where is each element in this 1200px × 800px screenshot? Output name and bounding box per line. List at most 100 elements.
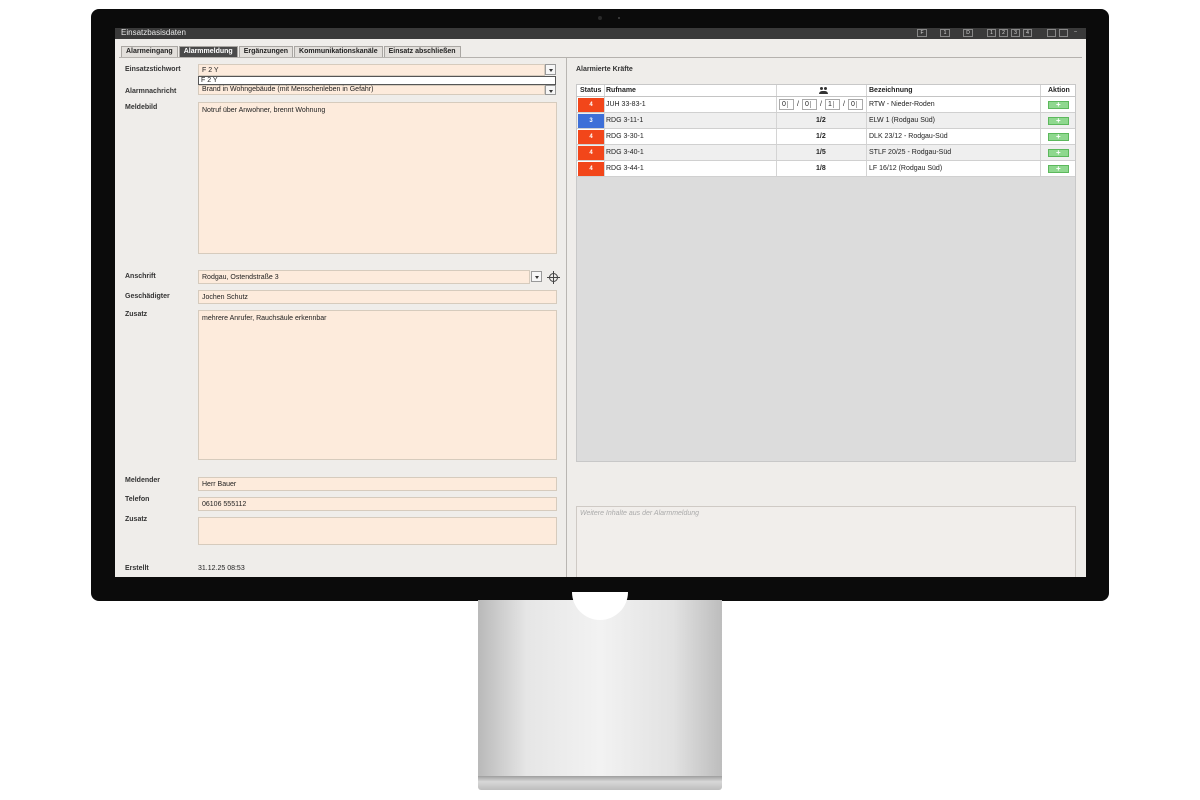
rufname-cell: RDG 3-11-1 — [606, 117, 644, 124]
column-rufname[interactable]: Rufname — [606, 87, 636, 94]
einsatzstichwort-dropdown-icon[interactable] — [545, 64, 556, 75]
rufname-cell: JUH 33-83-1 — [606, 101, 646, 108]
column-separator — [1040, 85, 1041, 96]
window-button-f[interactable]: F — [917, 29, 927, 37]
minimize-icon[interactable]: – — [1071, 29, 1080, 37]
alarmmeldung-panel: Einsatzstichwort F 2 Y F 2 Y Alarmnachri… — [119, 57, 1082, 577]
status-badge: 4 — [578, 98, 604, 112]
einsatzstichwort-label: Einsatzstichwort — [125, 66, 181, 73]
window-button-layout-3[interactable]: 3 — [1011, 29, 1020, 37]
column-aktion[interactable]: Aktion — [1048, 87, 1070, 94]
add-unit-button[interactable] — [1048, 116, 1069, 125]
window-button-layout-2[interactable]: 2 — [999, 29, 1008, 37]
column-separator — [604, 97, 605, 112]
camera-icon — [598, 16, 602, 20]
kraefte-table: Status Rufname Bezeichnung Aktion 4 JUH … — [576, 84, 1076, 462]
window-title: Einsatzbasisdaten — [121, 28, 186, 37]
add-unit-button[interactable] — [1048, 164, 1069, 173]
add-unit-button[interactable] — [1048, 148, 1069, 157]
alarmierte-kraefte-heading: Alarmierte Kräfte — [576, 66, 633, 73]
bezeichnung-cell: STLF 20/25 - Rodgau-Süd — [869, 149, 952, 156]
column-status[interactable]: Status — [580, 87, 601, 94]
table-row[interactable]: 4 RDG 3-44-1 1/8 LF 16/12 (Rodgau Süd) — [577, 161, 1075, 177]
column-separator — [1040, 145, 1041, 160]
column-separator — [604, 113, 605, 128]
staerke-cell: 1/8 — [816, 165, 826, 172]
staerke-cell: 1/2 — [816, 117, 826, 124]
column-separator — [866, 129, 867, 144]
tab-ergaenzungen[interactable]: Ergänzungen — [238, 46, 294, 57]
locate-address-icon[interactable] — [547, 271, 560, 284]
geschaedigter-input[interactable]: Jochen Schutz — [198, 290, 557, 304]
column-separator — [1040, 97, 1041, 112]
tab-kommunikationskanaele[interactable]: Kommunikationskanäle — [294, 46, 383, 57]
table-header: Status Rufname Bezeichnung Aktion — [577, 85, 1075, 97]
column-separator — [604, 145, 605, 160]
column-bezeichnung[interactable]: Bezeichnung — [869, 87, 913, 94]
maximize-icon[interactable] — [1059, 29, 1068, 37]
bezeichnung-cell: DLK 23/12 - Rodgau-Süd — [869, 133, 948, 140]
column-separator — [776, 161, 777, 176]
alarmnachricht-dropdown-icon[interactable] — [545, 85, 556, 95]
zusatz-textarea[interactable]: mehrere Anrufer, Rauchsäule erkennbar — [198, 310, 557, 460]
erstellt-label: Erstellt — [125, 565, 149, 572]
telefon-label: Telefon — [125, 496, 150, 503]
table-row[interactable]: 3 RDG 3-11-1 1/2 ELW 1 (Rodgau Süd) — [577, 113, 1075, 129]
staerke-cell: 1/2 — [816, 133, 826, 140]
status-badge: 4 — [578, 130, 604, 144]
window-button-1[interactable]: 1 — [940, 29, 950, 37]
staerke-spinner-3[interactable]: 1 — [825, 99, 840, 110]
column-separator — [776, 113, 777, 128]
column-separator — [776, 129, 777, 144]
staerke-spinner-2[interactable]: 0 — [802, 99, 817, 110]
meldebild-textarea[interactable]: Notruf über Anwohner, brennt Wohnung — [198, 102, 557, 254]
add-unit-button[interactable] — [1048, 132, 1069, 141]
weitere-inhalte-textarea[interactable]: Weitere Inhalte aus der Alarmmeldung — [576, 506, 1076, 577]
tab-alarmmeldung[interactable]: Alarmmeldung — [178, 46, 238, 57]
meldebild-label: Meldebild — [125, 104, 158, 111]
app-screen: Einsatzbasisdaten F 1 D 1 2 3 4 – Alarme… — [115, 28, 1086, 577]
table-row[interactable]: 4 RDG 3-40-1 1/5 STLF 20/25 - Rodgau-Süd — [577, 145, 1075, 161]
panel-divider — [566, 58, 567, 577]
rufname-cell: RDG 3-44-1 — [606, 165, 644, 172]
column-separator — [776, 97, 777, 112]
anschrift-dropdown-icon[interactable] — [531, 271, 542, 282]
window-button-layout-1[interactable]: 1 — [987, 29, 996, 37]
slash-separator: / — [820, 101, 822, 108]
weitere-inhalte-placeholder: Weitere Inhalte aus der Alarmmeldung — [580, 510, 700, 517]
alarmnachricht-input[interactable]: Brand in Wohngebäude (mit Menschenleben … — [198, 85, 545, 95]
column-separator — [1040, 129, 1041, 144]
add-unit-button[interactable] — [1048, 100, 1069, 109]
column-separator — [604, 161, 605, 176]
window-button-d[interactable]: D — [963, 29, 973, 37]
column-separator — [604, 85, 605, 96]
tab-alarmeingang[interactable]: Alarmeingang — [121, 46, 178, 57]
staerke-spinner-4[interactable]: 0 — [848, 99, 863, 110]
tab-einsatz-abschliessen[interactable]: Einsatz abschließen — [383, 46, 461, 57]
column-separator — [604, 129, 605, 144]
column-separator — [866, 113, 867, 128]
anschrift-input[interactable]: Rodgau, Ostendstraße 3 — [198, 270, 530, 284]
status-badge: 4 — [578, 146, 604, 160]
telefon-input[interactable]: 06106 555112 — [198, 497, 557, 511]
table-row[interactable]: 4 JUH 33-83-1 0 / 0 / 1 / 0 RTW - Nieder… — [577, 97, 1075, 113]
window-titlebar: Einsatzbasisdaten F 1 D 1 2 3 4 – — [115, 28, 1086, 39]
sensor-dot — [618, 17, 620, 19]
bezeichnung-cell: ELW 1 (Rodgau Süd) — [869, 117, 936, 124]
einsatzstichwort-suggestion[interactable]: F 2 Y — [198, 76, 556, 85]
tab-bar: Alarmeingang Alarmmeldung Ergänzungen Ko… — [121, 46, 461, 57]
einsatzstichwort-input[interactable]: F 2 Y — [198, 64, 545, 76]
people-icon — [819, 87, 829, 95]
meldender-input[interactable]: Herr Bauer — [198, 477, 557, 491]
column-separator — [866, 145, 867, 160]
column-separator — [1040, 161, 1041, 176]
window-button-layout-4[interactable]: 4 — [1023, 29, 1032, 37]
monitor-stand-base — [478, 776, 722, 790]
rufname-cell: RDG 3-30-1 — [606, 133, 644, 140]
restore-icon[interactable] — [1047, 29, 1056, 37]
staerke-spinner-1[interactable]: 0 — [779, 99, 794, 110]
zusatz-meldender-textarea[interactable] — [198, 517, 557, 545]
column-separator — [1040, 113, 1041, 128]
table-row[interactable]: 4 RDG 3-30-1 1/2 DLK 23/12 - Rodgau-Süd — [577, 129, 1075, 145]
geschaedigter-label: Geschädigter — [125, 293, 170, 300]
